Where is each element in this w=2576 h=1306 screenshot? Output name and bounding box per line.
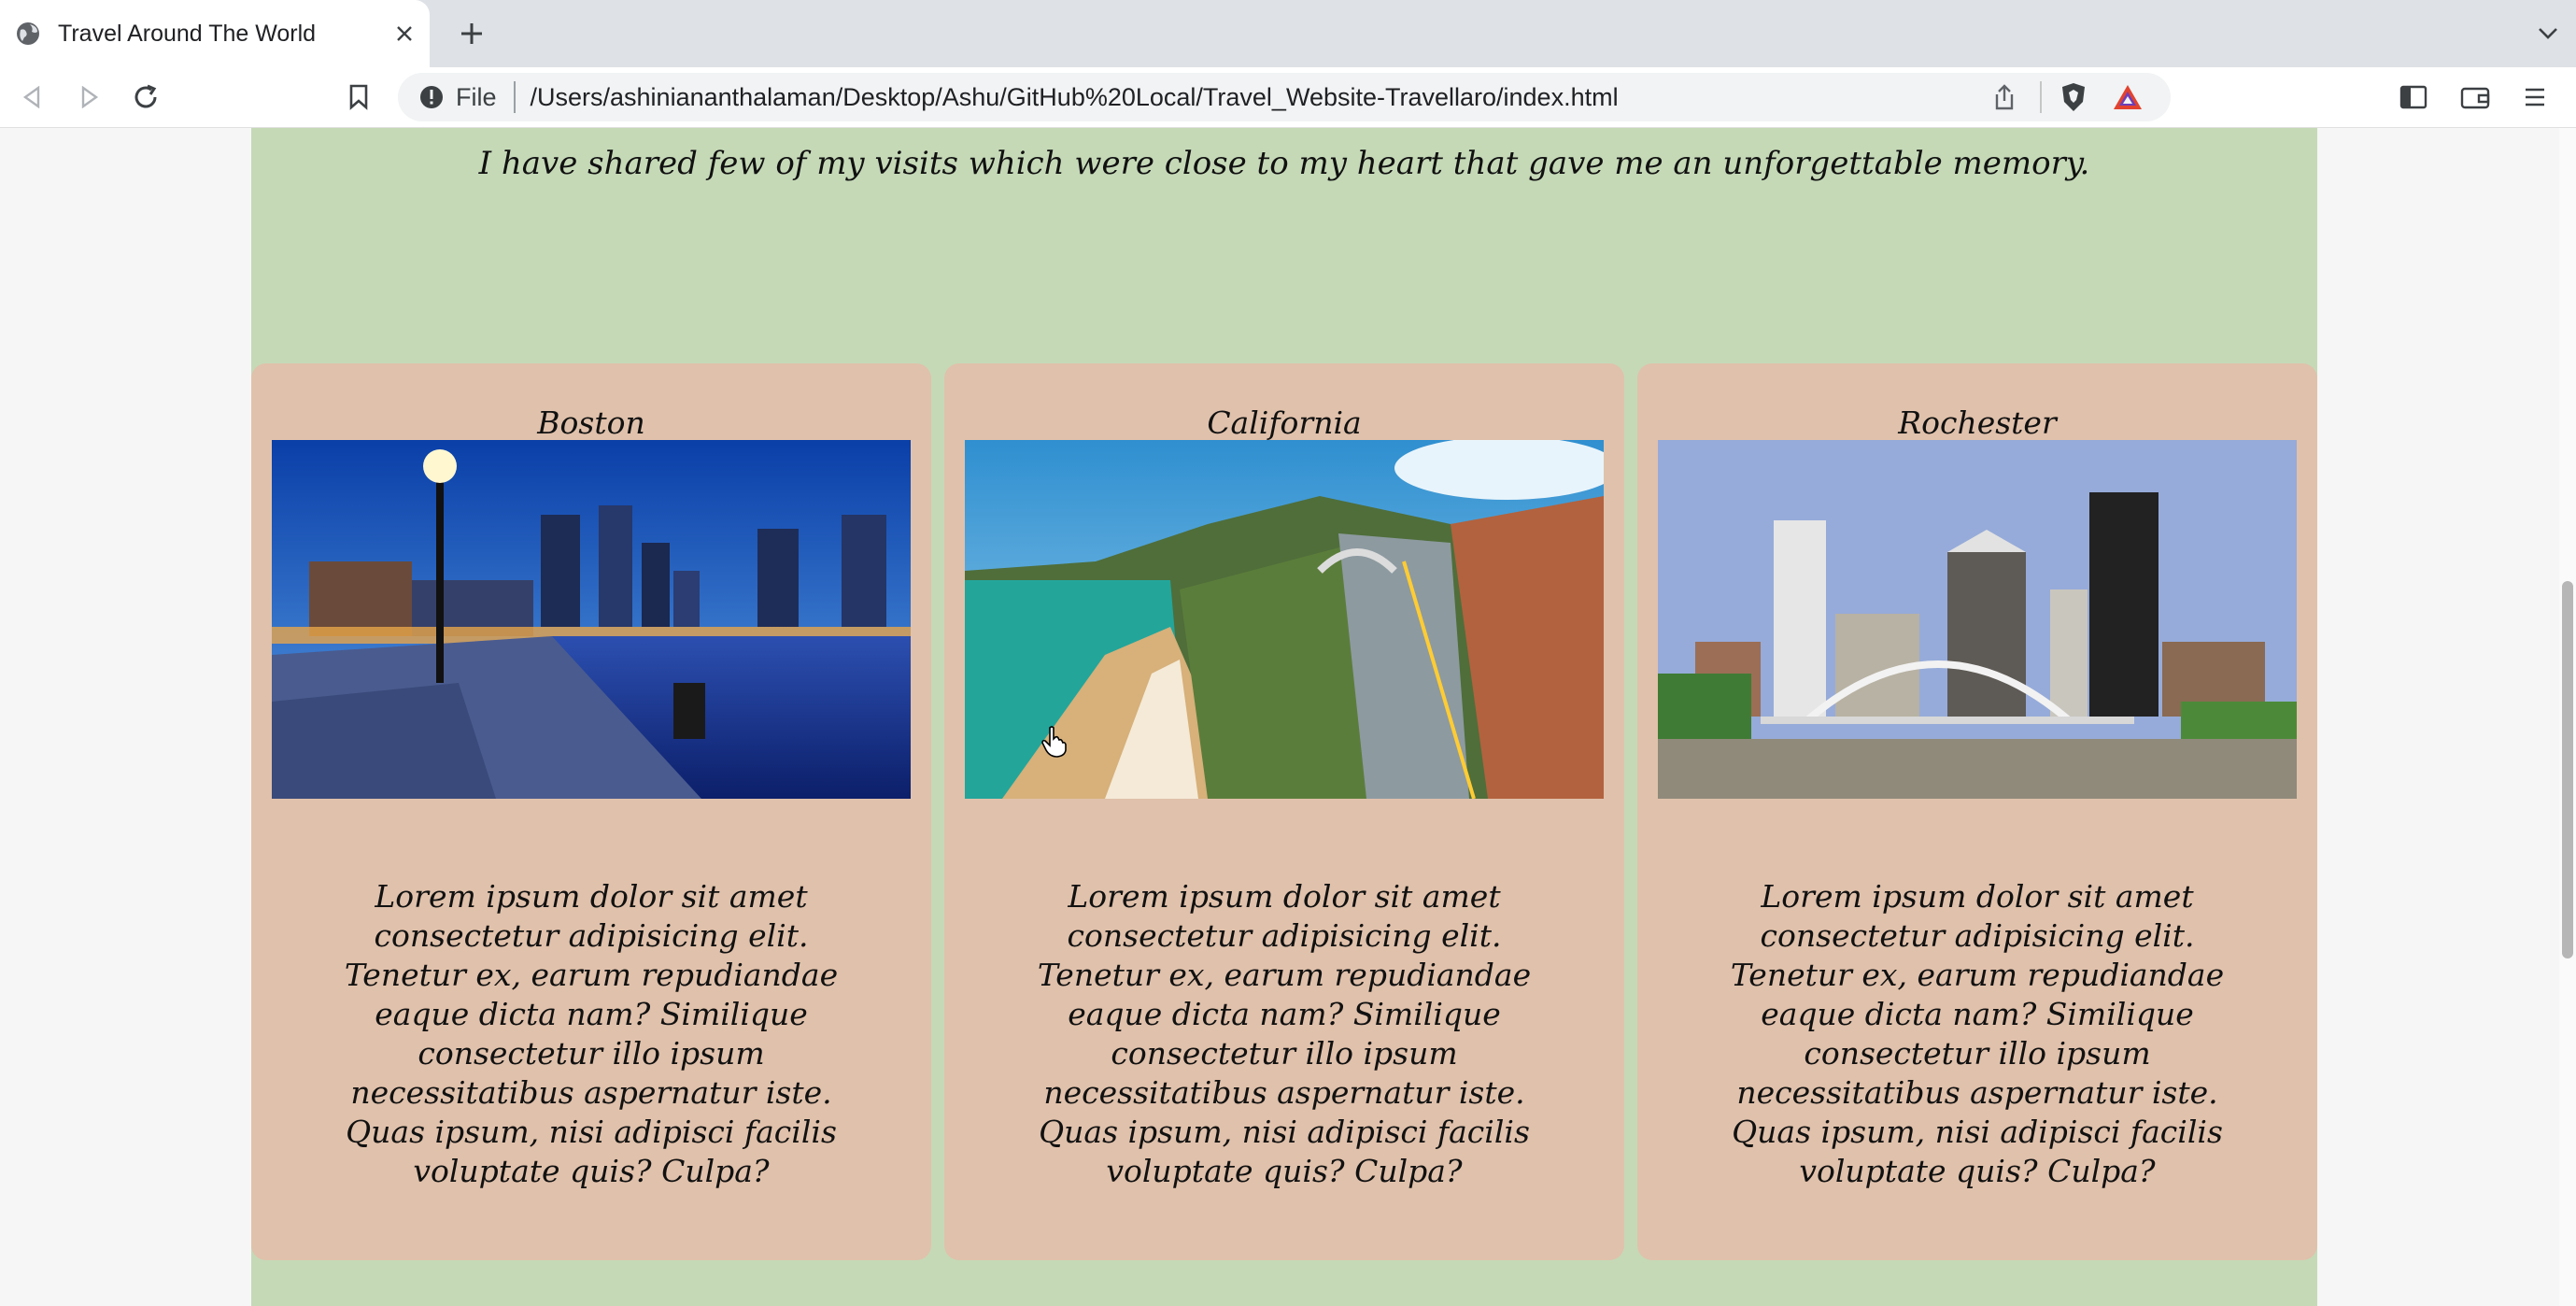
hand-cursor-icon (1041, 726, 1067, 758)
tab-search-chevron-icon[interactable] (2533, 19, 2563, 49)
brave-shield-icon[interactable] (2055, 78, 2092, 116)
close-tab-icon[interactable] (390, 20, 418, 48)
card-description: Lorem ipsum dolor sit amet consectetur a… (1730, 878, 2225, 1189)
card-description: Lorem ipsum dolor sit amet consectetur a… (344, 878, 839, 1189)
info-icon[interactable] (418, 84, 445, 110)
page-viewport: I have shared few of my visits which wer… (0, 128, 2559, 1306)
boston-photo (272, 440, 911, 799)
globe-icon (17, 22, 39, 45)
wallet-icon[interactable] (2456, 78, 2494, 116)
tab-strip: Travel Around The World (0, 0, 2576, 67)
address-bar[interactable]: File /Users/ashiniananthalaman/Desktop/A… (398, 73, 2171, 121)
divider (2040, 81, 2042, 113)
card-title: Rochester (1898, 405, 2057, 441)
card-title: Boston (537, 405, 645, 441)
rochester-photo (1658, 440, 2297, 799)
card-description: Lorem ipsum dolor sit amet consectetur a… (1037, 878, 1532, 1189)
scrollbar-thumb[interactable] (2562, 581, 2573, 958)
menu-icon[interactable] (2516, 78, 2554, 116)
forward-icon[interactable] (71, 78, 108, 116)
card-california: California Lorem ipsum dolor sit amet co… (944, 363, 1624, 1260)
section-tagline: I have shared few of my visits which wer… (478, 145, 2090, 182)
reload-icon[interactable] (127, 78, 164, 116)
visits-section: I have shared few of my visits which wer… (251, 128, 2317, 1306)
new-tab-icon[interactable] (455, 17, 488, 50)
back-icon[interactable] (13, 78, 50, 116)
file-scheme-label: File (456, 82, 497, 111)
url-text[interactable]: /Users/ashiniananthalaman/Desktop/Ashu/G… (531, 83, 1986, 112)
card-title: California (1207, 405, 1362, 441)
card-boston: Boston Lorem ipsum dolor sit amet consec… (251, 363, 931, 1260)
browser-tab[interactable]: Travel Around The World (0, 0, 430, 67)
tab-title: Travel Around The World (58, 20, 317, 47)
divider (513, 81, 516, 113)
share-icon[interactable] (1986, 78, 2023, 116)
sidebar-icon[interactable] (2395, 78, 2432, 116)
bookmark-icon[interactable] (340, 78, 377, 116)
browser-toolbar: File /Users/ashiniananthalaman/Desktop/A… (0, 67, 2576, 128)
brave-rewards-icon[interactable] (2109, 78, 2146, 116)
card-rochester: Rochester Lorem ipsum dolor sit amet con… (1637, 363, 2317, 1260)
